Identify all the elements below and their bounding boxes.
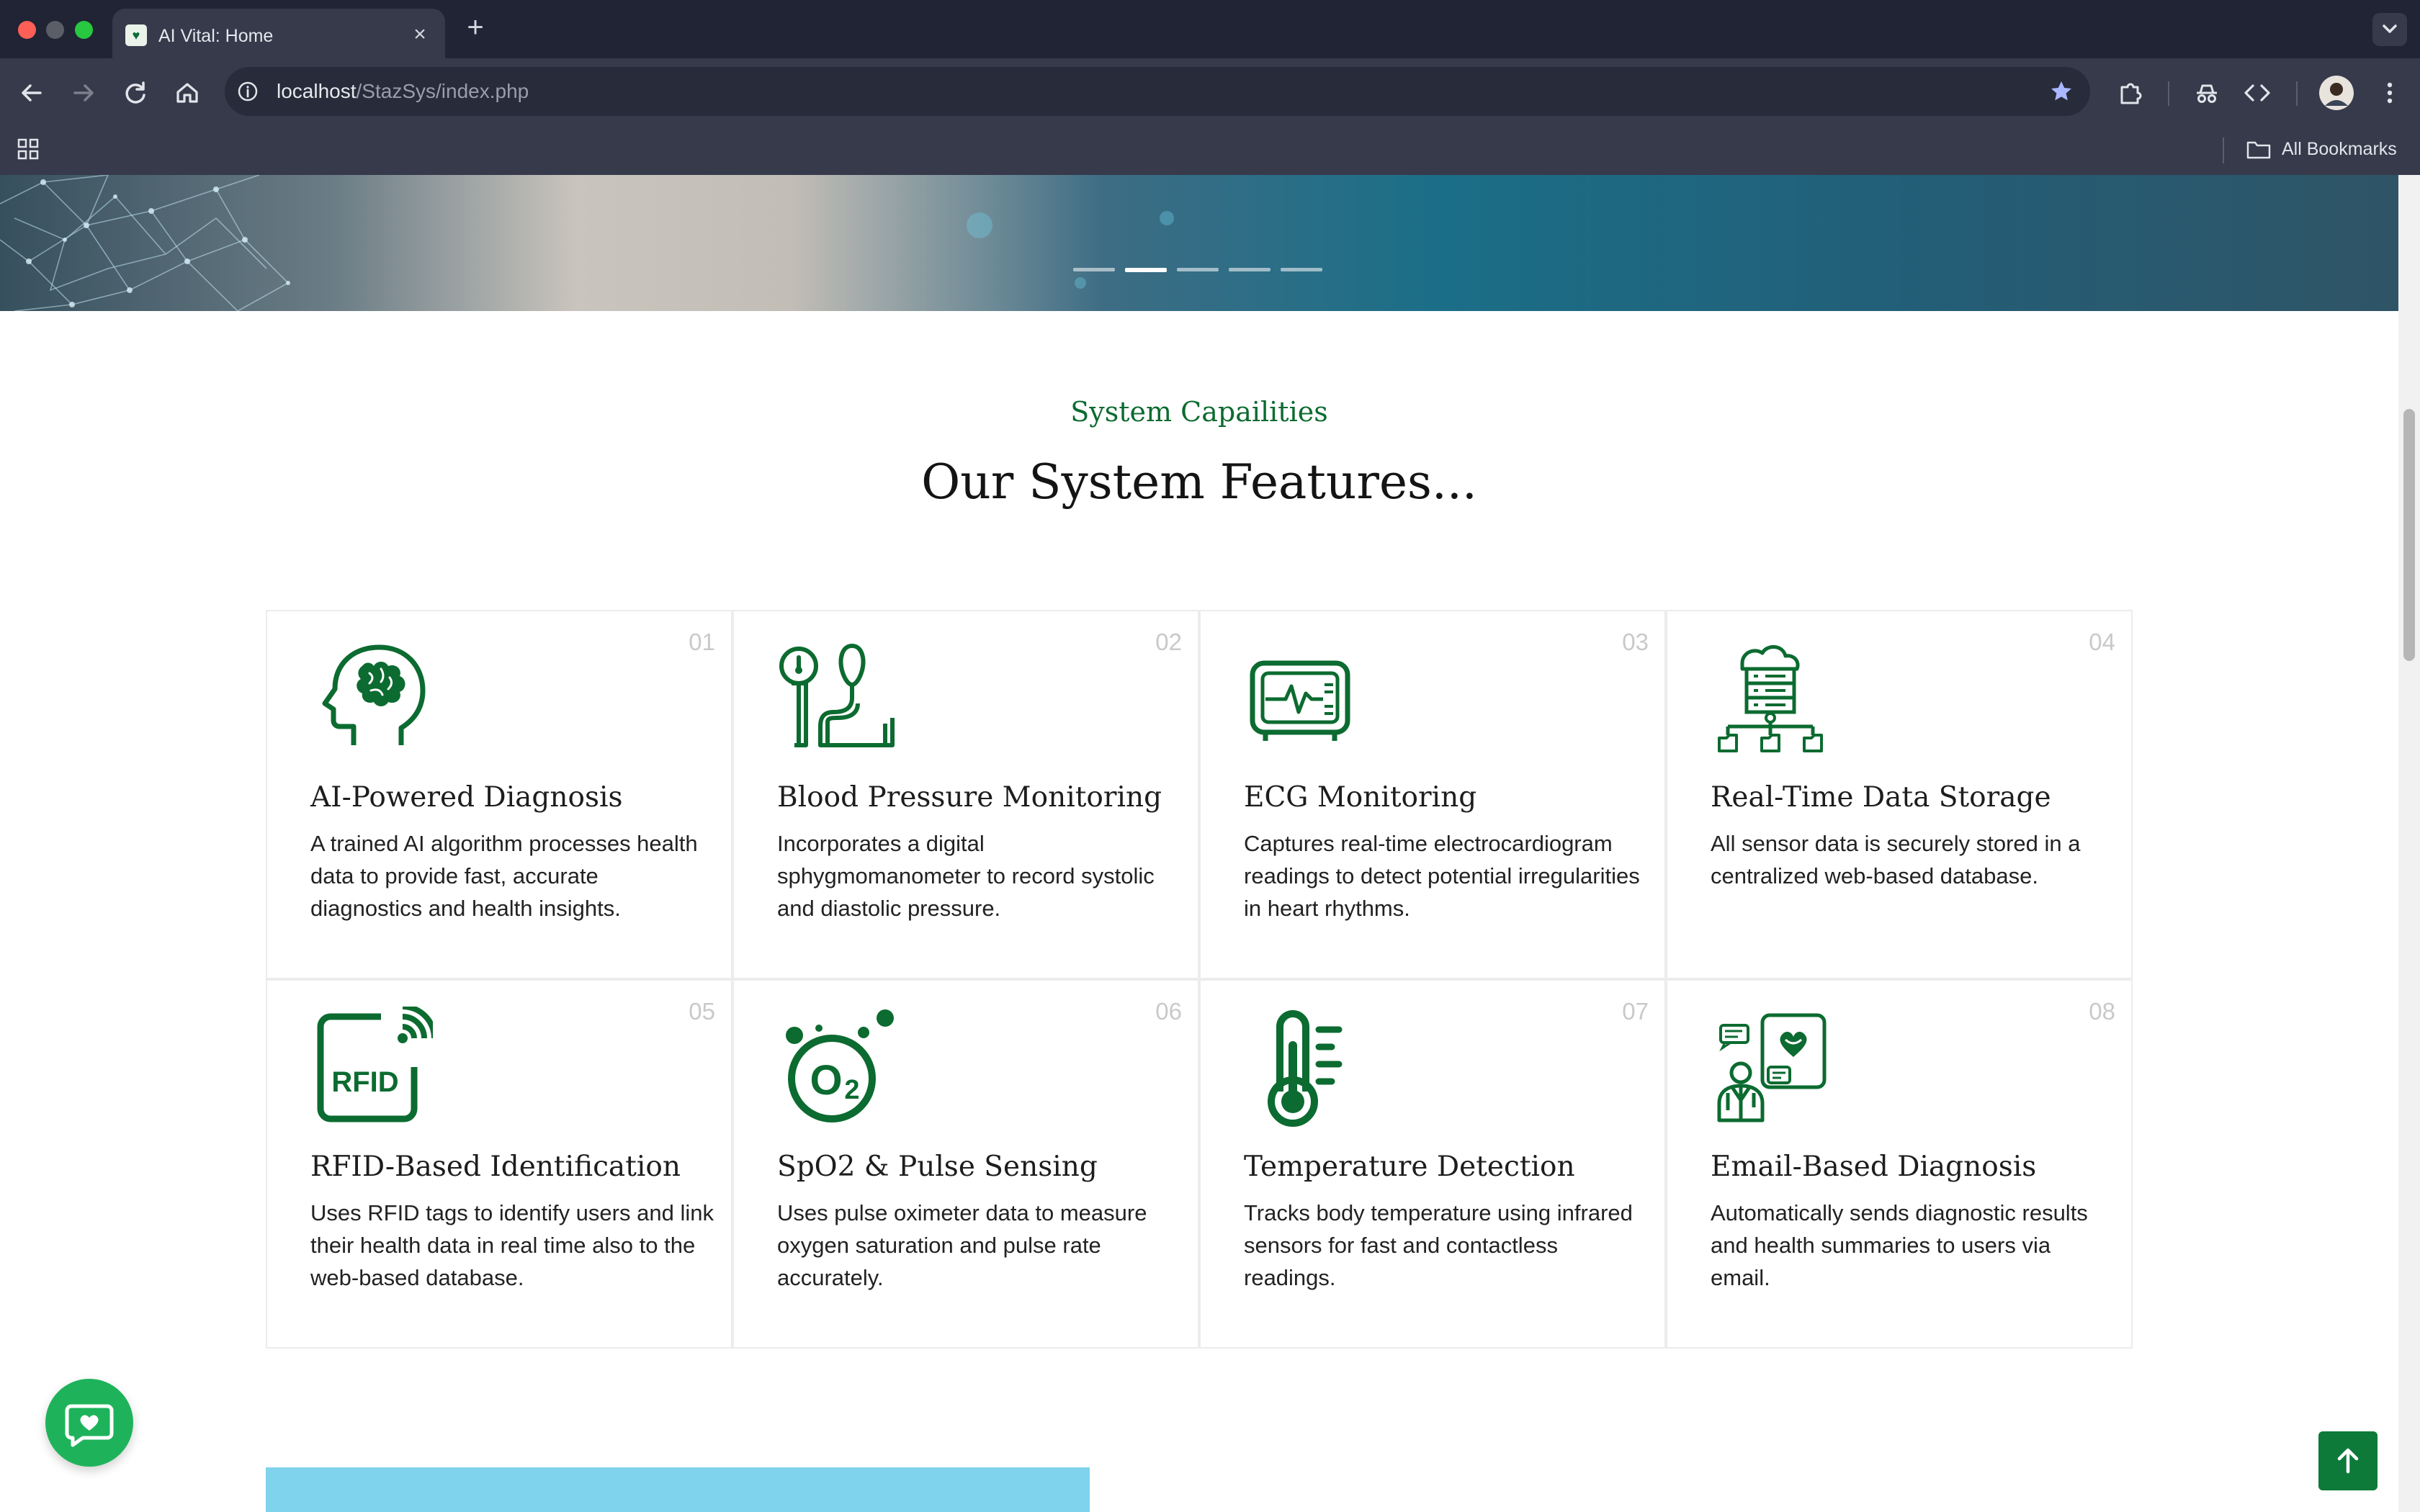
blood-pressure-icon <box>779 643 895 747</box>
feature-description: Automatically sends diagnostic results a… <box>1711 1200 2088 1290</box>
carousel-indicators <box>1073 268 1325 272</box>
feature-title: SpO2 & Pulse Sensing <box>777 1151 1098 1183</box>
bookmarks-bar: All Bookmarks <box>0 127 2420 175</box>
section-heading: Our System Features... <box>921 454 1477 510</box>
page-scrollbar[interactable] <box>2398 175 2420 1512</box>
oxygen-o2-icon: O 2 <box>786 1009 894 1122</box>
rfid-icon-label: RFID <box>331 1066 398 1098</box>
feature-description: A trained AI algorithm processes health … <box>310 831 698 921</box>
forward-arrow-icon[interactable] <box>66 76 101 110</box>
site-favicon-icon: ♥ <box>125 24 147 46</box>
new-tab-plus-icon[interactable]: + <box>461 13 490 42</box>
feature-number: 07 <box>1622 998 1649 1025</box>
section-eyebrow: System Capailities <box>1070 396 1328 428</box>
o2-icon-letter: O <box>810 1057 842 1104</box>
home-icon[interactable] <box>170 76 205 110</box>
carousel-dot-active[interactable] <box>1125 268 1167 272</box>
window-minimize-button[interactable] <box>46 21 64 39</box>
toolbar-divider <box>2296 81 2298 106</box>
feature-card: 05 RFID RFID-Based Identification Uses R… <box>266 979 732 1349</box>
feature-description: Captures real-time electrocardiogram rea… <box>1244 831 1640 921</box>
tab-search-dropdown-button[interactable] <box>2372 13 2407 46</box>
cloud-database-icon <box>1718 645 1823 752</box>
feature-title: Temperature Detection <box>1244 1151 1575 1183</box>
folder-icon[interactable] <box>2246 139 2272 161</box>
carousel-dot[interactable] <box>1177 268 1219 271</box>
hero-carousel <box>0 175 2398 311</box>
feature-number: 06 <box>1155 998 1182 1025</box>
page-viewport: System Capailities Our System Features..… <box>0 175 2398 1512</box>
back-arrow-icon[interactable] <box>14 76 49 110</box>
feature-number: 03 <box>1622 629 1649 655</box>
feature-card: 01 AI-Powered Diagnosis A trained AI alg… <box>266 610 732 979</box>
feature-card: 02 Blood Pressure Monitoring Incorporate… <box>732 610 1199 979</box>
o2-icon-subscript: 2 <box>844 1075 859 1105</box>
feature-description: All sensor data is securely stored in a … <box>1711 831 2081 888</box>
tab-close-icon[interactable]: × <box>408 22 432 47</box>
features-grid: 01 AI-Powered Diagnosis A trained AI alg… <box>266 610 2133 1349</box>
network-pattern-graphic <box>0 175 1174 311</box>
feature-description: Uses RFID tags to identify users and lin… <box>310 1200 714 1290</box>
chat-heart-icon <box>65 1404 114 1447</box>
browser-toolbar: localhost/StazSys/index.php <box>0 58 2420 127</box>
feature-title: AI-Powered Diagnosis <box>310 781 623 814</box>
feature-title: Blood Pressure Monitoring <box>777 781 1162 814</box>
url-path: /StazSys/index.php <box>356 80 529 102</box>
kebab-menu-icon[interactable] <box>2372 76 2407 110</box>
window-close-button[interactable] <box>18 21 36 39</box>
thermometer-icon <box>1268 1010 1343 1127</box>
feature-number: 05 <box>689 998 715 1025</box>
bookmarks-divider <box>2223 138 2224 163</box>
back-to-top-button[interactable] <box>2318 1431 2378 1490</box>
reload-icon[interactable] <box>118 76 153 110</box>
feature-title: Real-Time Data Storage <box>1711 781 2051 814</box>
browser-tab-strip: ♥ AI Vital: Home × + <box>0 0 2420 58</box>
site-info-icon[interactable] <box>236 80 259 103</box>
feature-title: ECG Monitoring <box>1244 781 1477 814</box>
feature-description: Incorporates a digital sphygmomanometer … <box>777 831 1155 921</box>
chevron-down-icon <box>2383 24 2397 33</box>
feature-card: 06 O 2 SpO2 & Pulse Sensing Uses pulse o… <box>732 979 1199 1349</box>
extensions-puzzle-icon[interactable] <box>2113 76 2148 110</box>
feature-number: 08 <box>2089 998 2115 1025</box>
apps-grid-icon[interactable] <box>16 137 40 161</box>
ecg-monitor-icon <box>1250 660 1350 741</box>
doctor-chat-icon <box>1717 1013 1827 1122</box>
feature-title: Email-Based Diagnosis <box>1711 1151 2037 1183</box>
carousel-dot[interactable] <box>1229 268 1270 271</box>
brain-head-icon <box>322 644 426 745</box>
scrollbar-thumb[interactable] <box>2403 409 2415 661</box>
feature-card: 04 Real-Time Data Storage All sensor dat… <box>1666 610 2133 979</box>
feature-number: 04 <box>2089 629 2115 655</box>
profile-avatar[interactable] <box>2318 74 2355 112</box>
rfid-icon: RFID <box>317 1007 433 1122</box>
url-host: localhost <box>277 80 357 102</box>
feature-number: 02 <box>1155 629 1182 655</box>
feature-card: 07 Temperature Detection Tracks body tem… <box>1199 979 1666 1349</box>
feature-number: 01 <box>689 629 715 655</box>
tab-title: AI Vital: Home <box>158 26 274 46</box>
carousel-dot[interactable] <box>1073 268 1115 271</box>
devtools-code-icon[interactable] <box>2240 76 2275 110</box>
feature-card: 03 ECG Monitoring Captures real-time ele… <box>1199 610 1666 979</box>
bookmark-star-icon[interactable] <box>2048 78 2074 104</box>
toolbar-divider <box>2168 81 2169 106</box>
incognito-icon[interactable] <box>2190 76 2224 110</box>
feature-description: Uses pulse oximeter data to measure oxyg… <box>777 1200 1147 1290</box>
url-text: localhost/StazSys/index.php <box>277 80 529 103</box>
chat-widget-button[interactable] <box>45 1379 133 1467</box>
next-section-image <box>266 1467 1090 1512</box>
feature-title: RFID-Based Identification <box>310 1151 681 1183</box>
address-bar[interactable]: localhost/StazSys/index.php <box>225 67 2090 116</box>
feature-description: Tracks body temperature using infrared s… <box>1244 1200 1633 1290</box>
carousel-dot[interactable] <box>1281 268 1322 271</box>
browser-tab-active[interactable]: ♥ AI Vital: Home × <box>112 9 445 58</box>
window-zoom-button[interactable] <box>75 21 93 39</box>
all-bookmarks-link[interactable]: All Bookmarks <box>2282 139 2397 160</box>
feature-card: 08 Email-Based Diagnosis Automatically s… <box>1666 979 2133 1349</box>
arrow-up-icon <box>2337 1448 2359 1474</box>
